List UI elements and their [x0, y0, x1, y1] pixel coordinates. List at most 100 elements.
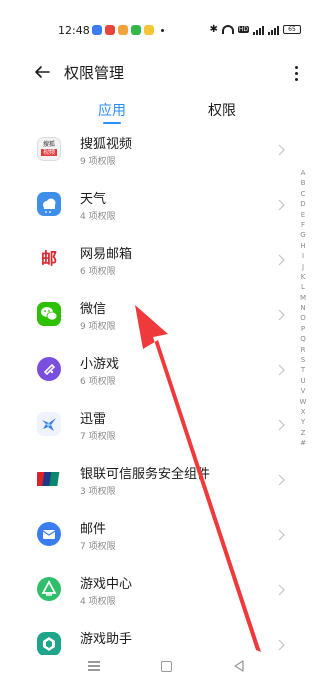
notification-app-icon	[131, 25, 141, 35]
notification-app-icon	[92, 25, 102, 35]
alphabet-index-letter[interactable]: M	[296, 293, 310, 303]
home-button[interactable]	[161, 661, 172, 672]
tab-permissions[interactable]: 权限	[208, 100, 236, 120]
alphabet-index-letter[interactable]: T	[296, 365, 310, 375]
list-item[interactable]: 小游戏 6 项权限	[0, 345, 300, 400]
app-permission-count: 6 项权限	[80, 267, 116, 277]
app-name: 微信	[80, 302, 107, 317]
notification-app-icon	[105, 25, 115, 35]
app-permission-count: 9 项权限	[80, 322, 116, 332]
alphabet-index-letter[interactable]: G	[296, 230, 310, 240]
header: 权限管理	[0, 52, 323, 92]
alphabet-index-letter[interactable]: I	[296, 251, 310, 261]
alphabet-index-letter[interactable]: R	[296, 345, 310, 355]
alphabet-index-letter[interactable]: K	[296, 272, 310, 282]
more-vertical-icon	[294, 66, 298, 69]
notification-app-icon	[118, 25, 128, 35]
app-permission-count: 4 项权限	[80, 597, 116, 607]
list-item[interactable]: 微信 9 项权限	[0, 290, 300, 345]
alphabet-index-letter[interactable]: S	[296, 355, 310, 365]
list-item[interactable]: 银联可信服务安全组件 3 项权限	[0, 455, 300, 510]
alphabet-index-letter[interactable]: #	[296, 438, 310, 448]
app-name: 游戏助手	[80, 632, 133, 647]
app-list: 搜狐 视频 搜狐视频 9 项权限 天气 4 项权限 邮 网易邮箱 6 项权限 微…	[0, 125, 300, 655]
app-name: 小游戏	[80, 357, 120, 372]
alphabet-index[interactable]: A B C D E F G H I J K L M N O P Q R S T U V W X Y Z #	[296, 168, 310, 449]
alphabet-index-letter[interactable]: H	[296, 241, 310, 251]
more-notifications-icon	[161, 28, 164, 32]
app-permission-count: 3 项权限	[80, 487, 116, 497]
list-item[interactable]: 搜狐 视频 搜狐视频 9 项权限	[0, 125, 300, 180]
sohu-icon-text: 视频	[41, 149, 57, 156]
game-assistant-app-icon	[37, 632, 61, 655]
wifi-icon	[221, 25, 234, 34]
hd-icon: HD	[237, 26, 249, 33]
more-options-button[interactable]	[291, 60, 301, 84]
app-name: 邮件	[80, 522, 107, 537]
app-permission-count: 6 项权限	[80, 377, 116, 387]
alphabet-index-letter[interactable]: F	[296, 220, 310, 230]
game-center-app-icon	[37, 577, 61, 601]
alphabet-index-letter[interactable]: J	[296, 262, 310, 272]
chevron-right-icon	[278, 309, 285, 321]
chevron-right-icon	[278, 529, 285, 541]
navigation-bar	[0, 655, 323, 683]
signal-icon	[268, 25, 279, 35]
recent-apps-button[interactable]	[88, 661, 100, 671]
alphabet-index-letter[interactable]: D	[296, 199, 310, 209]
chevron-right-icon	[278, 254, 285, 266]
status-system-icons: ✱ HD 65	[209, 24, 301, 35]
netease-icon-text: 邮	[40, 249, 57, 268]
alphabet-index-letter[interactable]: B	[296, 178, 310, 188]
xunlei-app-icon	[37, 412, 61, 436]
alphabet-index-letter[interactable]: L	[296, 282, 310, 292]
status-time: 12:48	[58, 24, 90, 37]
list-item[interactable]: 游戏中心 4 项权限	[0, 565, 300, 620]
alphabet-index-letter[interactable]: O	[296, 313, 310, 323]
wechat-app-icon	[37, 302, 61, 326]
app-permission-count: 7 项权限	[80, 542, 116, 552]
chevron-right-icon	[278, 474, 285, 486]
page-title: 权限管理	[64, 64, 125, 82]
alphabet-index-letter[interactable]: Q	[296, 334, 310, 344]
sohu-icon-text: 搜狐	[42, 141, 55, 148]
tab-active-indicator	[103, 122, 121, 124]
list-item[interactable]: 迅雷 7 项权限	[0, 400, 300, 455]
alphabet-index-letter[interactable]: W	[296, 397, 310, 407]
mini-games-app-icon	[37, 357, 61, 381]
mail-app-icon	[37, 522, 61, 546]
sohu-video-app-icon: 搜狐 视频	[37, 137, 61, 161]
alphabet-index-letter[interactable]: Y	[296, 417, 310, 427]
alphabet-index-letter[interactable]: Z	[296, 428, 310, 438]
list-item[interactable]: 邮 网易邮箱 6 项权限	[0, 235, 300, 290]
alphabet-index-letter[interactable]: E	[296, 210, 310, 220]
alphabet-index-letter[interactable]: A	[296, 168, 310, 178]
weather-app-icon	[37, 192, 61, 216]
alphabet-index-letter[interactable]: C	[296, 189, 310, 199]
list-item[interactable]: 天气 4 项权限	[0, 180, 300, 235]
alphabet-index-letter[interactable]: U	[296, 376, 310, 386]
app-permission-count: 7 项权限	[80, 432, 116, 442]
alphabet-index-letter[interactable]: P	[296, 324, 310, 334]
notification-app-icon	[144, 25, 154, 35]
tab-apps[interactable]: 应用	[98, 100, 126, 120]
back-triangle-icon[interactable]	[233, 660, 245, 672]
app-permission-count: 9 项权限	[80, 157, 116, 167]
back-button[interactable]	[30, 60, 54, 84]
status-bar: 12:48 ✱ HD 65	[0, 0, 323, 44]
alphabet-index-letter[interactable]: V	[296, 386, 310, 396]
alphabet-index-letter[interactable]: X	[296, 407, 310, 417]
list-item[interactable]: 邮件 7 项权限	[0, 510, 300, 565]
signal-icon	[253, 25, 264, 35]
chevron-right-icon	[278, 144, 285, 156]
app-name: 搜狐视频	[80, 137, 133, 152]
netease-mail-app-icon: 邮	[37, 247, 61, 271]
app-name: 网易邮箱	[80, 247, 133, 262]
app-name: 游戏中心	[80, 577, 133, 592]
alphabet-index-letter[interactable]: N	[296, 303, 310, 313]
chevron-right-icon	[278, 639, 285, 651]
chevron-right-icon	[278, 419, 285, 431]
chevron-right-icon	[278, 199, 285, 211]
bluetooth-icon: ✱	[209, 24, 218, 35]
list-item[interactable]: 游戏助手	[0, 620, 300, 655]
